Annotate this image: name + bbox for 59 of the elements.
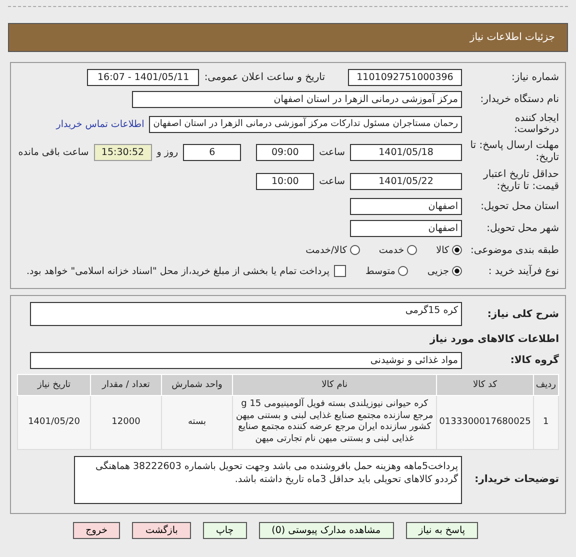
remaining-time-field: 15:30:52 [94, 144, 152, 160]
time-label: ساعت [319, 146, 345, 158]
action-button[interactable]: بازگشت [132, 522, 191, 539]
goods-group-field: مواد غذائی و نوشیدنی [30, 352, 462, 369]
action-button[interactable]: چاپ [202, 522, 247, 539]
date-field: 1401/05/22 [350, 172, 462, 190]
field-label: مهلت ارسال پاسخ: تا تاریخ: [469, 140, 559, 164]
date-field: 1401/05/18 [350, 144, 462, 160]
field-label: ایجاد کننده درخواست: [513, 113, 559, 135]
field-label: نوع فرآیند خرید : [487, 266, 559, 276]
action-button[interactable]: پاسخ به نیاز [406, 522, 478, 539]
table-cell: 0133300017680025 [436, 396, 534, 450]
need-number-field: 1101092751000396 [348, 69, 462, 86]
contact-link[interactable]: اطلاعات تماس خریدار [56, 118, 144, 130]
time-label: ساعت [319, 176, 345, 186]
field-label: استان محل تحویل: [480, 201, 559, 212]
notes-field: پرداخت5ماهه وهزینه حمل بافروشنده می باشد وجهت تحویل باشماره 38222603 هماهنگی گرددو کالاهای تحویلی باید حداقل 3ماه تاریخ داشته باشد. [74, 456, 462, 504]
buyer-field: مرکز آموزشی درمانی الزهرا در استان اصفهان [132, 91, 462, 108]
field-label: توضیحات خریدار: [474, 474, 559, 486]
city-field: اصفهان [350, 220, 462, 237]
days-field: 6 [183, 144, 242, 160]
days-label: روز و [156, 146, 178, 158]
table-cell: 1 [533, 396, 558, 450]
checkbox-label: پرداخت تمام یا بخشی از مبلغ خرید،از محل "اسناد خزانه اسلامی" خواهد بود. [26, 266, 330, 276]
field-label: شهر محل تحویل: [486, 223, 559, 234]
column-header: واحد شمارش [162, 374, 232, 396]
table-cell: 1401/05/20 [18, 396, 90, 450]
creator-field: رحمان مستاجران مسئول تداركات مرکز آموزشی درمانی الزهرا در استان اصفهان [149, 116, 462, 132]
province-field: اصفهان [350, 198, 462, 215]
radio-option[interactable]: کالا [436, 244, 462, 256]
announce-date-field: 1401/05/11 - 16:07 [87, 69, 200, 86]
header-title: جزئیات اطلاعات نیاز [470, 32, 555, 43]
field-label: شرح کلی نیاز: [486, 308, 559, 320]
action-button[interactable]: مشاهده مدارک پیوستی (0) [258, 522, 394, 539]
column-header: کد کالا [436, 374, 534, 396]
column-header: تاریخ نیاز [18, 374, 90, 396]
field-label: حداقل تاریخ اعتبار قیمت: تا تاریخ: [482, 169, 559, 193]
action-button[interactable]: خروج [72, 522, 120, 539]
time-field: 09:00 [256, 144, 314, 160]
section-heading: اطلاعات کالاهای مورد نیاز [430, 334, 559, 344]
column-header: نام کالا [232, 374, 437, 396]
column-header: ردیف [533, 374, 558, 396]
field-label: نام دستگاه خریدار: [479, 94, 559, 105]
checkbox[interactable] [334, 265, 346, 277]
table-cell: بسته [162, 396, 232, 450]
field-label: شماره نیاز: [510, 72, 559, 83]
field-label: تاریخ و ساعت اعلان عمومی: [204, 72, 325, 83]
table-cell: کره حیوانی نیوزیلندی بسته فویل آلومینیومی 15 g مرجع سازنده مجتمع صنایع غذایی لبنی و بستنی میهن کشور سازنده ایران مرجع عرضه کننده مجتمع صنایع غذایی لبنی و بستنی میهن نام تجارتی میهن [232, 396, 437, 450]
column-header: تعداد / مقدار [90, 374, 162, 396]
remaining-label: ساعت باقی مانده [18, 146, 89, 158]
radio-option[interactable]: متوسط [365, 266, 408, 276]
time-field: 10:00 [256, 172, 314, 190]
field-label: طبقه بندی موضوعی: [470, 244, 559, 256]
radio-option[interactable]: جزیی [427, 266, 462, 276]
table-cell: 12000 [90, 396, 162, 450]
radio-option[interactable]: کالا/خدمت [306, 244, 360, 256]
field-label: گروه کالا: [509, 355, 559, 366]
summary-field: کره 15گرمی [30, 302, 462, 326]
radio-option[interactable]: خدمت [378, 244, 418, 256]
